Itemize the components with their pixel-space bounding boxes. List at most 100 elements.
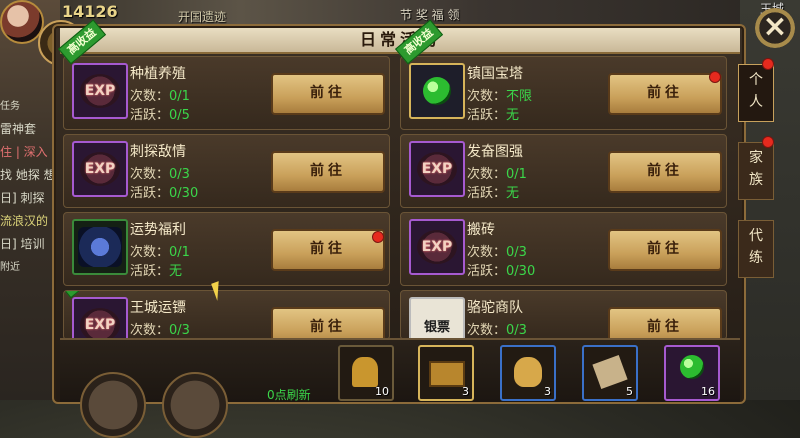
- close-button[interactable]: ×: [755, 8, 795, 48]
- reward-item[interactable]: 3: [418, 345, 474, 401]
- go-button[interactable]: 前往: [271, 229, 385, 271]
- item-qty: 5: [626, 385, 633, 398]
- activity-count: 次数：0/3: [130, 163, 190, 182]
- treasure-chest-icon: [429, 361, 465, 387]
- activity-card: EXP 高收益 王城运镖 次数：0/3 前往: [63, 290, 390, 340]
- chat-line: 任务: [0, 101, 20, 112]
- count-label: 次数：: [130, 167, 170, 182]
- reward-item[interactable]: 3: [500, 345, 556, 401]
- tab-personal[interactable]: 个 人: [738, 64, 774, 122]
- activity-name: 王城运镖: [130, 300, 186, 316]
- activity-name: 镇国宝塔: [467, 66, 523, 82]
- go-button[interactable]: 前往: [608, 229, 722, 271]
- tab-char: 家: [749, 150, 763, 166]
- activity-card: EXP 搬砖 次数：0/3 活跃：0/30 前往: [400, 212, 727, 286]
- chat-line: 日] 刺探: [0, 191, 45, 205]
- tab-family[interactable]: 家 族: [738, 142, 774, 200]
- jade-icon: [423, 77, 451, 105]
- activity-active: 活跃：0/30: [467, 260, 535, 279]
- tab-char: 族: [749, 172, 763, 188]
- tab-practice[interactable]: 代 练: [738, 220, 774, 278]
- count-value: 0/3: [169, 323, 190, 338]
- reward-item[interactable]: 16: [664, 345, 720, 401]
- count-value: 0/3: [169, 167, 190, 182]
- count-value: 0/1: [169, 89, 190, 104]
- item-qty: 16: [701, 385, 715, 398]
- activity-count: 次数：0/1: [130, 241, 190, 260]
- chat-line: 流浪汉的: [0, 214, 49, 228]
- item-qty: 3: [544, 385, 551, 398]
- scroll-bundle-icon: [592, 354, 628, 390]
- exp-icon: EXP: [80, 74, 120, 108]
- active-value: 0/5: [169, 108, 190, 123]
- go-button[interactable]: 前往: [271, 307, 385, 339]
- go-button[interactable]: 前往: [608, 307, 722, 339]
- count-label: 次数：: [467, 167, 507, 182]
- notification-dot: [762, 136, 774, 148]
- reward-cards-icon[interactable]: [162, 372, 228, 438]
- map-name: 开国遗迹: [178, 10, 227, 24]
- item-qty: 3: [462, 385, 469, 398]
- reward-scroll-icon[interactable]: [80, 372, 146, 438]
- activity-icon: EXP: [72, 63, 128, 119]
- reward-item[interactable]: 5: [582, 345, 638, 401]
- reward-item[interactable]: 10: [338, 345, 394, 401]
- active-label: 活跃：: [130, 186, 170, 201]
- count-label: 次数：: [467, 89, 507, 104]
- activity-count: 次数：不限: [467, 85, 532, 104]
- activity-card: EXP 高收益 种植养殖 次数：0/1 活跃：0/5 前往: [58, 19, 390, 130]
- count-label: 次数：: [467, 245, 507, 260]
- activity-count: 次数：0/1: [130, 85, 190, 104]
- go-button[interactable]: 前往: [608, 73, 722, 115]
- active-value: 0/30: [169, 186, 199, 201]
- chat-line: 附近: [0, 262, 20, 273]
- activity-icon: EXP: [409, 141, 465, 197]
- activity-name: 种植养殖: [130, 66, 186, 82]
- count-value: 0/3: [506, 323, 527, 338]
- jade-orb-icon: [680, 355, 704, 379]
- power-value: 14126: [62, 2, 118, 21]
- refresh-time: 0点刷新: [267, 388, 311, 402]
- activity-active: 活跃：0/5: [130, 104, 190, 123]
- activity-icon: EXP: [72, 141, 128, 197]
- activity-icon: 银票: [409, 297, 465, 339]
- chat-line: 住 | 深入: [0, 145, 48, 159]
- count-label: 次数：: [467, 323, 507, 338]
- active-label: 活跃：: [130, 264, 170, 279]
- active-value: 无: [169, 264, 183, 279]
- notification-dot: [372, 231, 384, 243]
- reward-bar: [60, 338, 740, 402]
- exp-icon: EXP: [80, 308, 120, 339]
- activity-name: 骆驼商队: [467, 300, 523, 316]
- chat-line: 找 她探 想: [0, 168, 56, 182]
- go-button[interactable]: 前往: [271, 73, 385, 115]
- horse-icon: [78, 227, 122, 267]
- activity-active: 活跃：0/30: [130, 182, 198, 201]
- count-value: 0/1: [169, 245, 190, 260]
- activity-card: EXP 刺探敌情 次数：0/3 活跃：0/30 前往: [63, 134, 390, 208]
- activity-active: 活跃：无: [467, 104, 519, 123]
- activity-card: 运势福利 次数：0/1 活跃：无 前往: [63, 212, 390, 286]
- exp-icon: EXP: [417, 230, 457, 264]
- notification-dot: [709, 71, 721, 83]
- count-label: 次数：: [130, 89, 170, 104]
- count-value: 0/1: [506, 167, 527, 182]
- count-label: 次数：: [130, 323, 170, 338]
- chat-line: 日] 培训: [0, 237, 45, 251]
- money-bag-icon: [514, 357, 542, 387]
- activity-active: 活跃：无: [130, 260, 182, 279]
- player-avatar[interactable]: [0, 0, 44, 44]
- active-label: 活跃：: [130, 108, 170, 123]
- gold-token-icon: [352, 357, 378, 387]
- go-button[interactable]: 前往: [608, 151, 722, 193]
- count-value: 不限: [506, 89, 533, 104]
- active-value: 无: [506, 186, 520, 201]
- go-button[interactable]: 前往: [271, 151, 385, 193]
- count-label: 次数：: [130, 245, 170, 260]
- activity-count: 次数：0/3: [130, 319, 190, 338]
- tab-char: 人: [749, 94, 763, 110]
- item-qty: 10: [375, 385, 389, 398]
- tab-char: 代: [749, 228, 763, 244]
- chat-line: 雷神套: [0, 122, 37, 136]
- exp-icon: EXP: [417, 152, 457, 186]
